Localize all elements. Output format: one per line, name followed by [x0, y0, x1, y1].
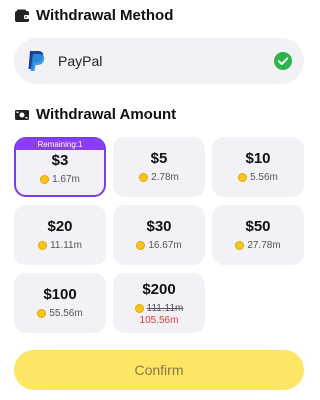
remaining-badge: Remaining:1: [16, 139, 104, 150]
amount-price: $50: [245, 218, 271, 235]
paypal-icon: [26, 50, 46, 72]
withdrawal-amount-heading: Withdrawal Amount: [14, 106, 176, 123]
amount-option-10[interactable]: $10 5.56m: [212, 137, 304, 197]
payment-method-label: PayPal: [58, 53, 103, 69]
coin-amount: 27.78m: [212, 240, 304, 251]
coin-value: 11.11m: [50, 240, 82, 251]
amount-price: $5: [150, 150, 168, 167]
amount-price: $10: [245, 150, 271, 167]
coin-amount: 2.78m: [113, 172, 205, 183]
withdrawal-method-heading: Withdrawal Method: [14, 7, 173, 24]
original-coin-amount: 111.11m: [113, 303, 205, 314]
amount-price: $30: [146, 218, 172, 235]
coin-icon: [134, 304, 144, 313]
payment-method-paypal[interactable]: PayPal: [14, 38, 304, 84]
amount-option-50[interactable]: $50 27.78m: [212, 205, 304, 265]
wallet-icon: [14, 8, 30, 24]
cash-icon: [14, 107, 30, 123]
coin-amount: 5.56m: [212, 172, 304, 183]
amount-option-30[interactable]: $30 16.67m: [113, 205, 205, 265]
coin-icon: [136, 241, 146, 250]
coin-amount: 1.67m: [16, 174, 104, 185]
amount-option-3[interactable]: Remaining:1 $3 1.67m: [14, 137, 106, 197]
coin-value: 27.78m: [247, 240, 281, 251]
coin-icon: [238, 173, 248, 182]
coin-amount: 55.56m: [14, 308, 106, 319]
coin-amount: 11.11m: [14, 240, 106, 251]
amount-option-5[interactable]: $5 2.78m: [113, 137, 205, 197]
withdrawal-amount-title: Withdrawal Amount: [36, 106, 177, 123]
coin-value: 2.78m: [151, 172, 179, 183]
amount-price: $100: [43, 286, 77, 303]
original-coin-value: 111.11m: [146, 303, 184, 314]
amount-price: $3: [51, 152, 69, 169]
coin-value: 5.56m: [250, 172, 278, 183]
coin-value: 55.56m: [49, 308, 83, 319]
coin-icon: [139, 173, 149, 182]
amount-price: $200: [142, 281, 176, 298]
coin-icon: [235, 241, 245, 250]
confirm-button[interactable]: Confirm: [14, 350, 304, 390]
amount-option-20[interactable]: $20 11.11m: [14, 205, 106, 265]
coin-icon: [38, 241, 48, 250]
coin-value: 16.67m: [148, 240, 182, 251]
discounted-coin-amount: 105.56m: [139, 315, 179, 326]
amount-option-200[interactable]: $200 111.11m 105.56m: [113, 273, 205, 333]
coin-icon: [37, 309, 47, 318]
coin-value: 1.67m: [52, 174, 80, 185]
coin-icon: [40, 175, 50, 184]
amount-price: $20: [47, 218, 73, 235]
amount-option-100[interactable]: $100 55.56m: [14, 273, 106, 333]
check-icon: [274, 52, 292, 70]
withdrawal-method-title: Withdrawal Method: [36, 7, 174, 24]
coin-amount: 16.67m: [113, 240, 205, 251]
